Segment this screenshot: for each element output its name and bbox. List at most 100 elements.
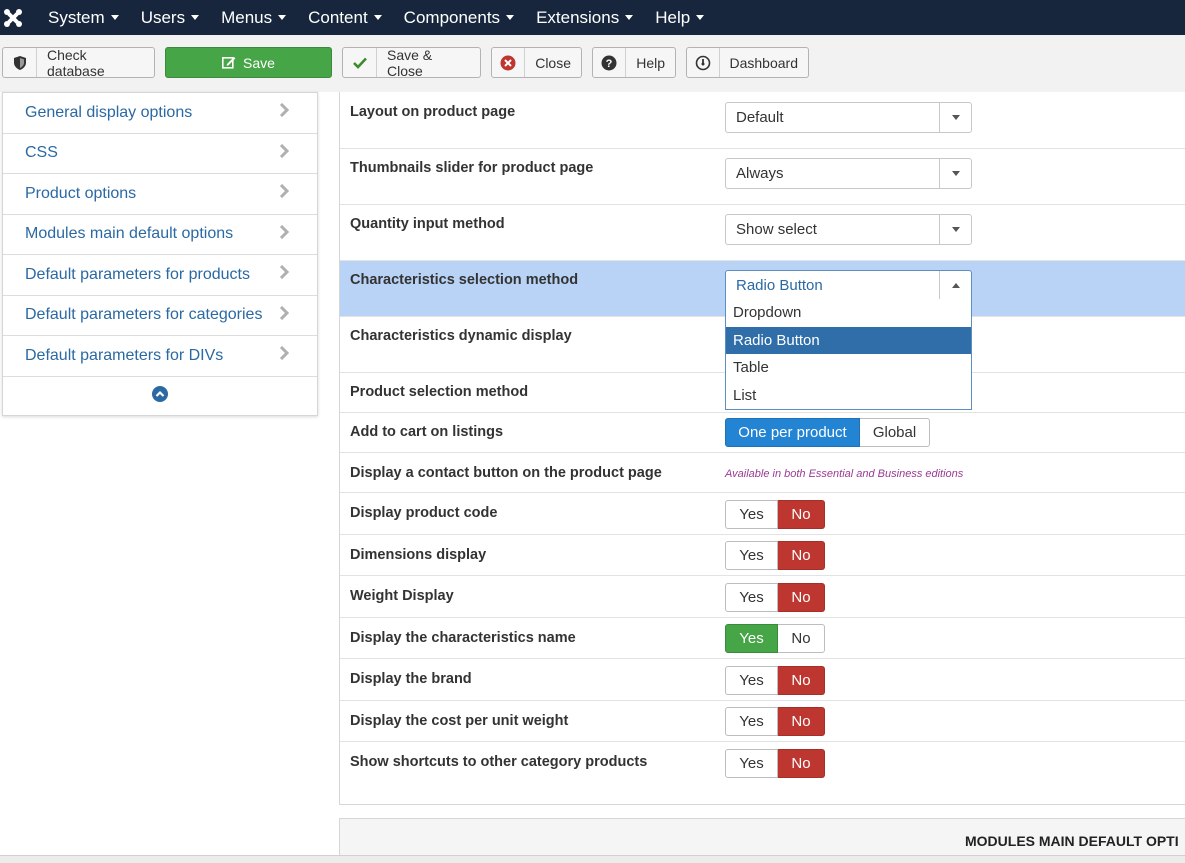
check-database-button[interactable]: Check database xyxy=(2,47,155,79)
layout-select[interactable]: Default xyxy=(725,102,972,133)
menu-help-label: Help xyxy=(655,7,691,27)
yes-button[interactable]: Yes xyxy=(725,707,778,736)
field-label: Display a contact button on the product … xyxy=(350,465,662,481)
field-label: Characteristics dynamic display xyxy=(350,328,572,344)
options-sidebar: General display options CSS Product opti… xyxy=(2,92,318,416)
field-label: Thumbnails slider for product page xyxy=(350,160,594,176)
characteristics-method-select[interactable]: Radio Button xyxy=(725,270,972,301)
no-button[interactable]: No xyxy=(778,500,825,529)
option-dropdown[interactable]: Dropdown xyxy=(726,299,971,327)
menu-system[interactable]: System xyxy=(38,8,130,28)
sidebar-item-product-options[interactable]: Product options xyxy=(3,174,317,215)
sidebar-item-label: Default parameters for products xyxy=(25,265,250,283)
row-characteristics-name: Display the characteristics name Yes No xyxy=(340,618,1185,659)
row-cost-per-unit: Display the cost per unit weight Yes No xyxy=(340,701,1185,742)
add-to-cart-toggle: One per product Global xyxy=(725,418,930,447)
row-product-code: Display product code Yes No xyxy=(340,493,1185,535)
menu-extensions[interactable]: Extensions xyxy=(525,8,644,28)
cost-per-unit-toggle: Yes No xyxy=(725,707,825,736)
settings-form: Layout on product page Default Thumbnail… xyxy=(339,92,1185,805)
field-label: Show shortcuts to other category product… xyxy=(350,754,648,770)
chevron-right-icon xyxy=(279,184,290,203)
menu-menus-label: Menus xyxy=(221,7,273,27)
option-table[interactable]: Table xyxy=(726,354,971,382)
save-close-button[interactable]: Save & Close xyxy=(342,47,481,79)
one-per-product-button[interactable]: One per product xyxy=(725,418,860,447)
caret-down-icon xyxy=(373,15,382,20)
no-button[interactable]: No xyxy=(778,749,825,778)
no-button[interactable]: No xyxy=(778,666,825,695)
caret-down-icon xyxy=(506,15,515,20)
quantity-select[interactable]: Show select xyxy=(725,214,972,245)
no-button[interactable]: No xyxy=(778,624,825,653)
caret-up-icon xyxy=(939,271,971,300)
yes-button[interactable]: Yes xyxy=(725,666,778,695)
yes-button[interactable]: Yes xyxy=(725,749,778,778)
field-label: Quantity input method xyxy=(350,216,505,232)
shortcuts-toggle: Yes No xyxy=(725,749,825,778)
characteristics-method-options: Dropdown Radio Button Table List xyxy=(725,299,972,410)
row-brand: Display the brand Yes No xyxy=(340,659,1185,701)
global-button[interactable]: Global xyxy=(860,418,930,447)
no-button[interactable]: No xyxy=(778,707,825,736)
row-dimensions: Dimensions display Yes No xyxy=(340,535,1185,576)
sidebar-item-label: General display options xyxy=(25,103,193,121)
sidebar-item-default-products[interactable]: Default parameters for products xyxy=(3,255,317,296)
menu-components[interactable]: Components xyxy=(393,8,525,28)
yes-button[interactable]: Yes xyxy=(725,500,778,529)
option-list[interactable]: List xyxy=(726,382,971,410)
status-bar xyxy=(0,855,1185,863)
close-label: Close xyxy=(535,54,571,71)
chevron-right-icon xyxy=(279,305,290,325)
edition-note: Available in both Essential and Business… xyxy=(725,468,964,480)
row-shortcuts: Show shortcuts to other category product… xyxy=(340,742,1185,805)
joomla-logo-icon[interactable] xyxy=(2,7,24,29)
field-label: Display product code xyxy=(350,505,498,521)
sidebar-item-css[interactable]: CSS xyxy=(3,134,317,174)
row-contact-button: Display a contact button on the product … xyxy=(340,453,1185,493)
dashboard-label: Dashboard xyxy=(729,54,799,71)
chevron-up-circle-icon xyxy=(152,386,168,407)
field-label: Dimensions display xyxy=(350,547,487,563)
field-label: Add to cart on listings xyxy=(350,424,504,440)
save-button-content: Save xyxy=(166,48,331,77)
chevron-right-icon xyxy=(279,143,290,163)
no-button[interactable]: No xyxy=(778,541,825,570)
row-layout: Layout on product page Default xyxy=(340,92,1185,149)
field-label: Characteristics selection method xyxy=(350,272,579,288)
characteristics-name-toggle: Yes No xyxy=(725,624,825,653)
weight-toggle: Yes No xyxy=(725,583,825,612)
yes-button[interactable]: Yes xyxy=(725,541,778,570)
sidebar-item-general-display[interactable]: General display options xyxy=(3,93,317,134)
close-button[interactable]: Close xyxy=(491,47,582,78)
menu-content-label: Content xyxy=(308,7,368,27)
option-radio-button[interactable]: Radio Button xyxy=(726,326,971,354)
menu-users-label: Users xyxy=(140,7,186,27)
caret-down-icon xyxy=(278,15,287,20)
save-label: Save xyxy=(243,54,275,71)
thumbnails-select[interactable]: Always xyxy=(725,158,972,189)
yes-button[interactable]: Yes xyxy=(725,583,778,612)
menu-menus[interactable]: Menus xyxy=(210,8,297,28)
dashboard-button[interactable]: Dashboard xyxy=(686,47,809,78)
sidebar-item-default-categories[interactable]: Default parameters for categories xyxy=(3,296,317,336)
menu-users[interactable]: Users xyxy=(130,8,210,28)
sidebar-item-modules-main[interactable]: Modules main default options xyxy=(3,215,317,255)
yes-button[interactable]: Yes xyxy=(725,624,778,653)
question-icon: ? xyxy=(593,48,627,77)
menu-content[interactable]: Content xyxy=(297,8,393,28)
select-value: Default xyxy=(736,109,784,126)
menu-components-label: Components xyxy=(403,7,501,27)
field-label: Product selection method xyxy=(350,384,529,400)
chevron-right-icon xyxy=(279,103,290,122)
caret-down-icon xyxy=(191,15,200,20)
help-button[interactable]: ? Help xyxy=(592,47,676,78)
close-circle-icon xyxy=(492,48,526,77)
no-button[interactable]: No xyxy=(778,583,825,612)
sidebar-item-default-divs[interactable]: Default parameters for DIVs xyxy=(3,336,317,377)
collapse-sidebar-button[interactable] xyxy=(3,377,317,417)
row-add-to-cart: Add to cart on listings One per product … xyxy=(340,413,1185,453)
menu-help[interactable]: Help xyxy=(644,8,715,28)
sidebar-item-label: Default parameters for categories xyxy=(25,306,263,324)
save-button[interactable]: Save xyxy=(165,47,332,78)
